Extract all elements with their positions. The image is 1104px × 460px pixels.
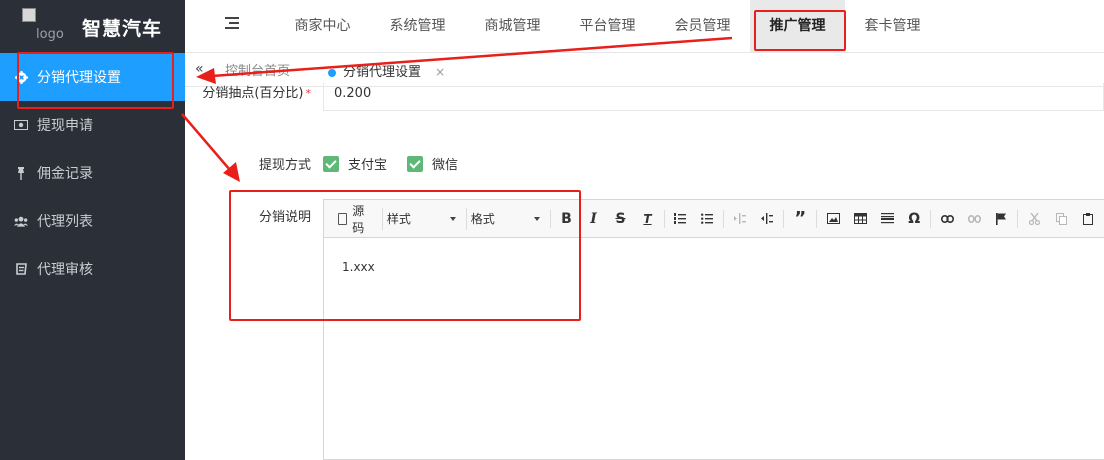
outdent-icon[interactable] [729,209,751,229]
remove-format-icon[interactable]: T [637,209,659,229]
top-nav-mall[interactable]: 商城管理 [465,0,560,53]
paste-icon[interactable] [1077,209,1099,229]
top-nav-platform[interactable]: 平台管理 [560,0,655,53]
top-navigation-bar: 商家中心 系统管理 商城管理 平台管理 会员管理 推广管理 套卡管理 [185,0,1104,53]
sidebar-item-label: 代理审核 [37,262,93,278]
sidebar-item-label: 代理列表 [37,214,93,230]
bulleted-list-icon[interactable] [696,209,718,229]
top-nav-merchant-center[interactable]: 商家中心 [275,0,370,53]
tab-distribution-settings[interactable]: 分销代理设置 × [325,53,445,87]
audit-icon [14,262,28,276]
annotation-box-topnav [754,10,846,51]
numbered-list-icon[interactable] [669,209,691,229]
horizontal-rule-icon[interactable] [876,209,898,229]
copy-icon[interactable] [1050,209,1072,229]
logo-area: logo 智慧汽车 [0,0,185,53]
wechat-checkbox[interactable]: 微信 [407,154,458,173]
page-tabs-bar: « 控制台首页 分销代理设置 × [185,53,1104,87]
checkbox-label: 支付宝 [348,158,388,173]
toolbar-divider [930,209,932,228]
top-nav-member[interactable]: 会员管理 [655,0,750,53]
tab-label: 分销代理设置 [343,65,422,80]
users-icon [14,214,28,228]
sidebar-item-agent-list[interactable]: 代理列表 [0,197,185,245]
alipay-checkbox[interactable]: 支付宝 [323,154,387,173]
toolbar-divider [1017,209,1019,228]
tab-console-home[interactable]: 控制台首页 [225,53,290,87]
active-tab-dot-icon [328,69,336,77]
blockquote-icon[interactable]: ” [789,208,811,229]
top-nav-card-package[interactable]: 套卡管理 [845,0,940,53]
checkbox-label: 微信 [432,158,459,173]
unlink-icon[interactable] [963,209,985,229]
strikethrough-icon[interactable]: S [610,209,632,229]
withdraw-label: 提现方式 [258,158,311,173]
annotation-box-sidebar [17,52,174,109]
required-mark: * [305,87,312,100]
toolbar-divider [783,209,785,228]
logo-alt-text: logo [36,27,64,42]
money-icon [14,118,28,132]
logo-image: logo [22,8,74,46]
top-nav-system[interactable]: 系统管理 [370,0,465,53]
sidebar-item-label: 提现申请 [37,118,93,134]
cut-icon[interactable] [1023,209,1045,229]
image-icon[interactable] [822,209,844,229]
brand-title: 智慧汽车 [82,18,163,40]
toolbar-divider [816,209,818,228]
commission-label: 分销抽点(百分比) * [185,85,311,103]
broken-image-icon [22,8,36,22]
sidebar-item-commission[interactable]: 佣金记录 [0,149,185,197]
tab-close-icon[interactable]: × [435,65,445,79]
sidebar-item-label: 佣金记录 [37,166,93,182]
italic-icon[interactable]: I [583,209,605,229]
annotation-box-description [229,190,581,321]
tabs-collapse-icon[interactable]: « [195,61,204,77]
toolbar-divider [723,209,725,228]
link-icon[interactable] [936,209,958,229]
indent-icon[interactable] [756,209,778,229]
menu-toggle-icon[interactable] [225,17,239,31]
anchor-flag-icon[interactable] [990,209,1012,229]
special-character-icon[interactable]: Ω [903,209,925,229]
toolbar-divider [663,209,665,228]
commission-input[interactable]: 0.200 [323,83,1104,111]
table-icon[interactable] [849,209,871,229]
sidebar-item-agent-audit[interactable]: 代理审核 [0,245,185,293]
checkbox-checked-icon [407,155,423,172]
checkbox-checked-icon [323,155,339,172]
commission-label-text: 分销抽点(百分比) [202,86,304,101]
pin-icon [14,166,28,180]
